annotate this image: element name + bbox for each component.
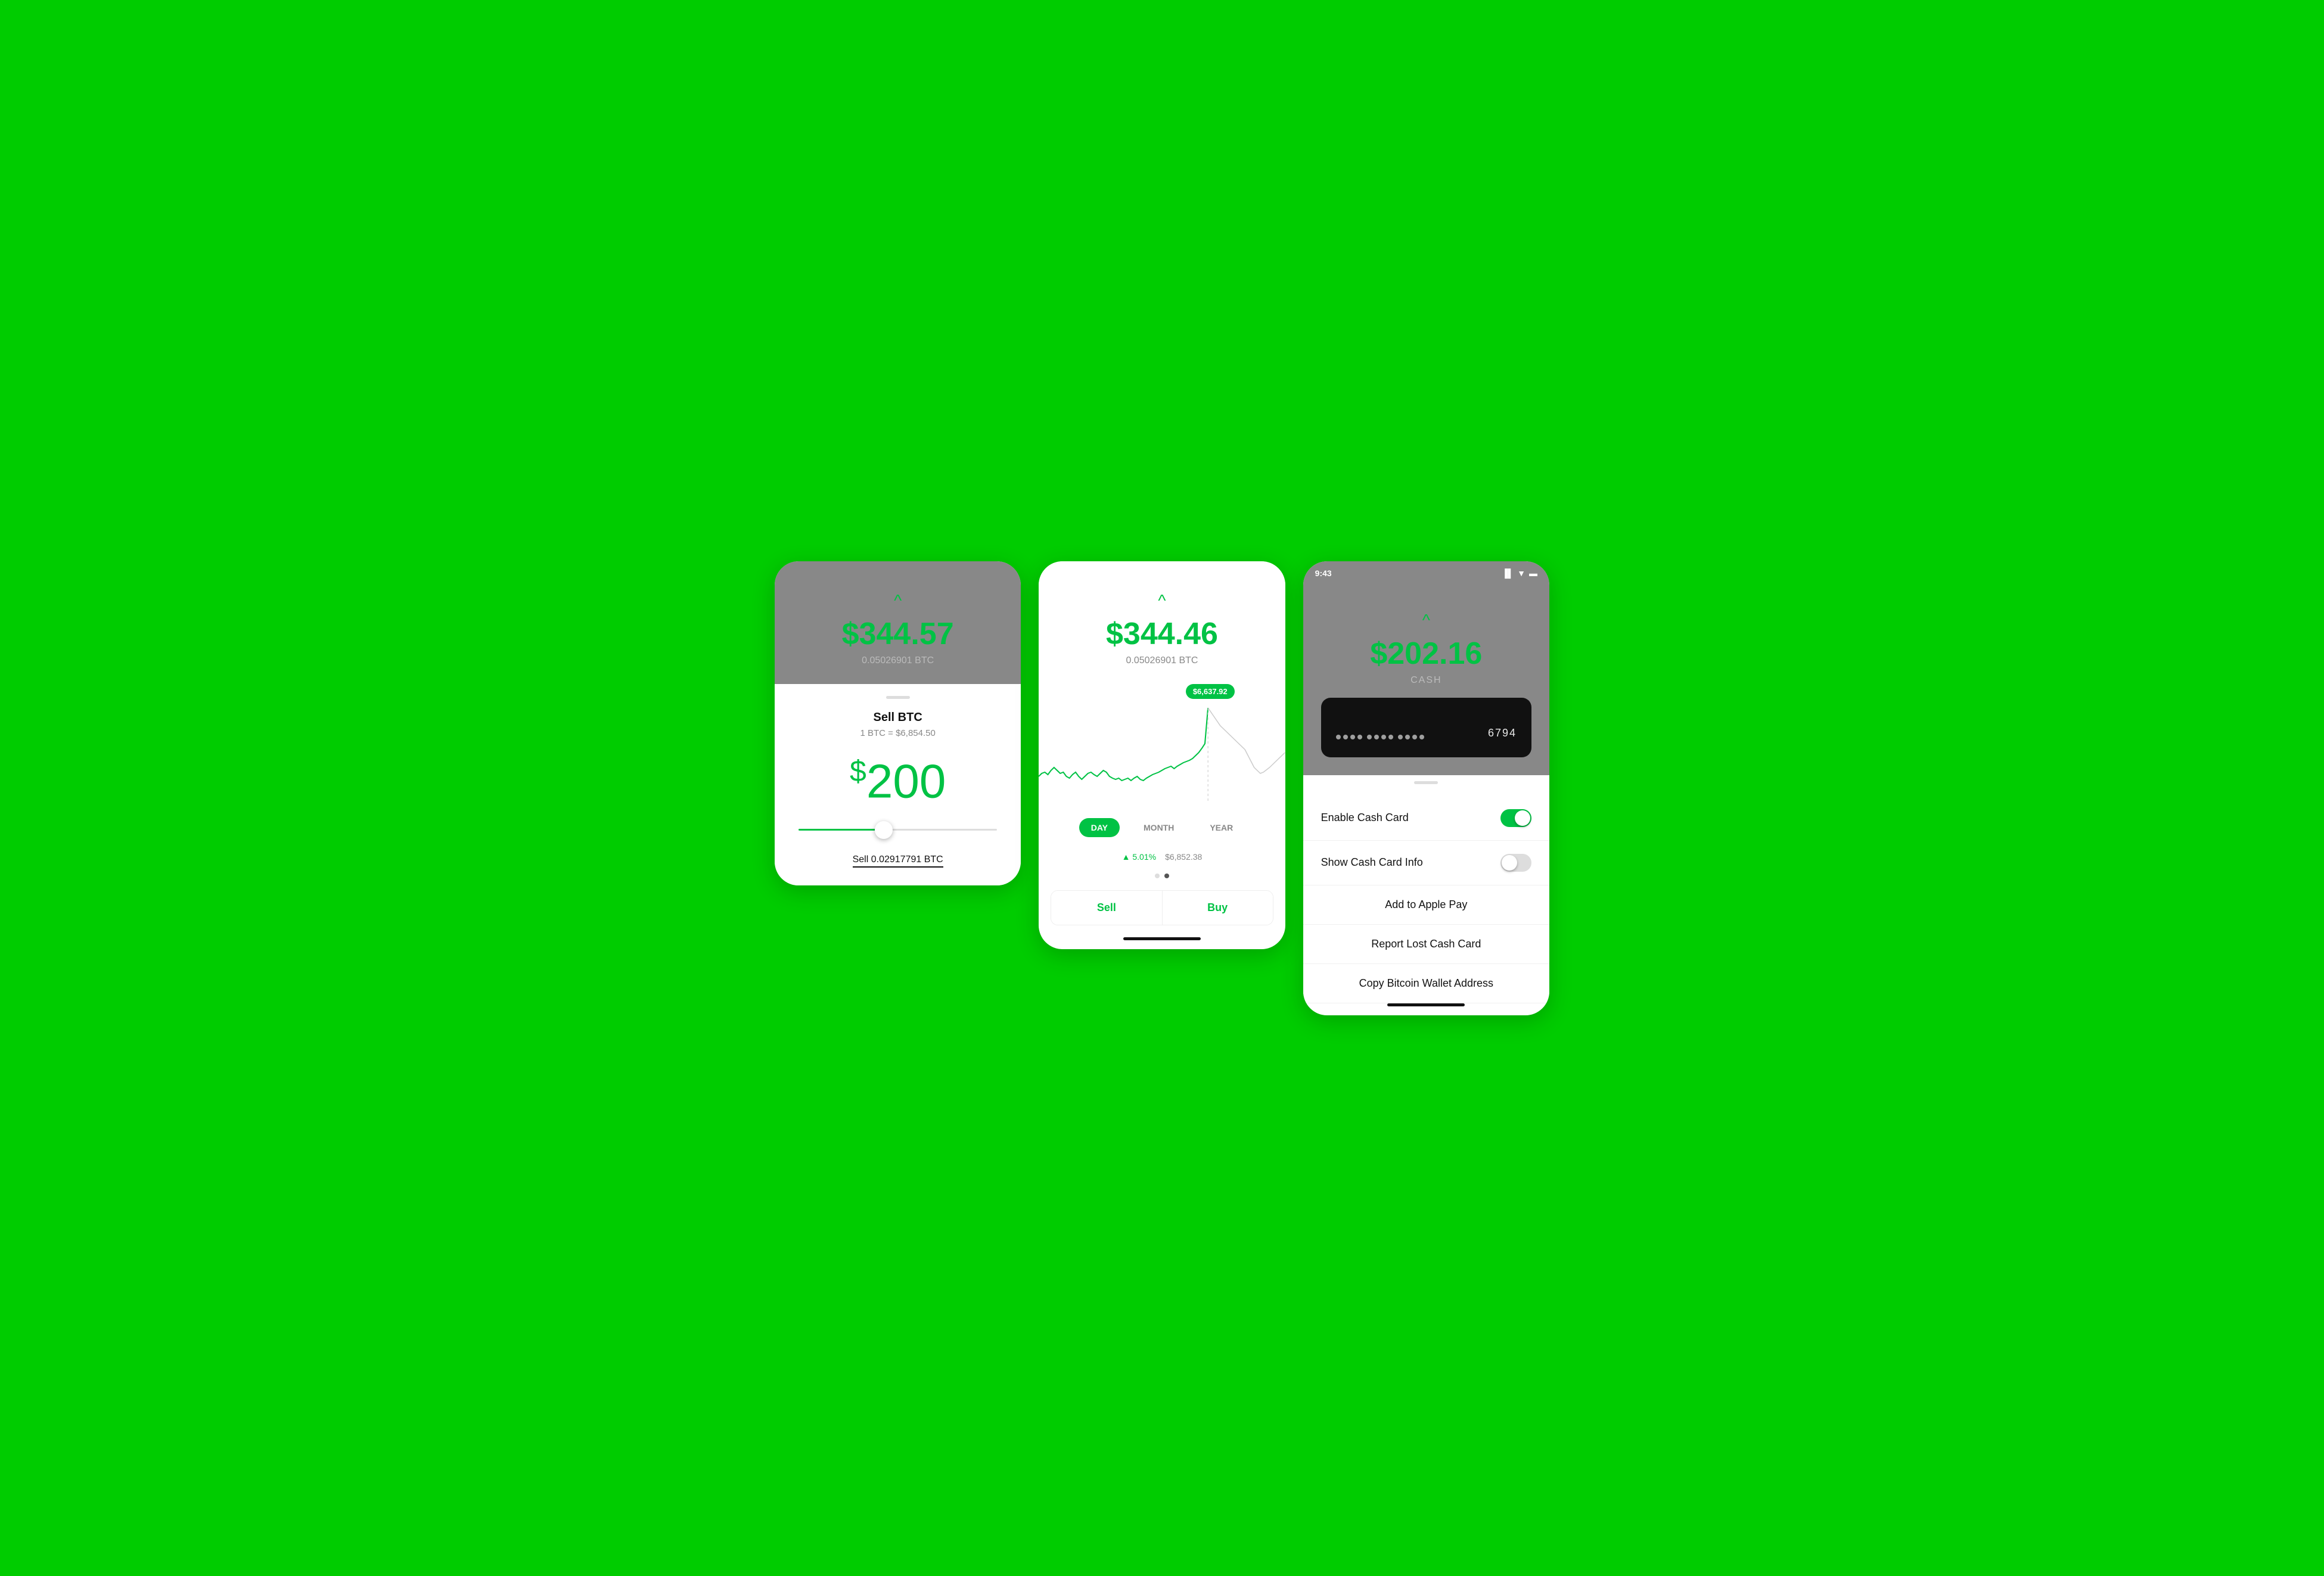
card-dot-group-2 xyxy=(1367,735,1393,739)
card-dot xyxy=(1343,735,1348,739)
page-dots xyxy=(1039,868,1285,884)
card-dot xyxy=(1419,735,1424,739)
card-dot xyxy=(1357,735,1362,739)
card-dot xyxy=(1350,735,1355,739)
chart-area: $6,637.92 xyxy=(1039,678,1285,809)
screen1-top: ^ $344.57 0.05026901 BTC xyxy=(775,561,1021,684)
sell-btc-screen: ^ $344.57 0.05026901 BTC Sell BTC 1 BTC … xyxy=(775,561,1021,886)
sheet-handle-area xyxy=(1303,775,1549,796)
add-apple-pay-row[interactable]: Add to Apple Pay xyxy=(1303,885,1549,925)
sell-btc-underline-text: Sell 0.02917791 BTC xyxy=(853,854,943,868)
card-dot-group-1 xyxy=(1336,735,1362,739)
card-dot xyxy=(1381,735,1386,739)
chevron-up-icon[interactable]: ^ xyxy=(894,591,902,610)
show-cash-card-info-label: Show Cash Card Info xyxy=(1321,856,1423,869)
sell-button[interactable]: Sell xyxy=(1051,891,1162,925)
toggle-knob xyxy=(1515,810,1530,826)
add-apple-pay-label: Add to Apple Pay xyxy=(1385,899,1467,911)
card-dot xyxy=(1367,735,1372,739)
cash-card-screen: 9:43 ▐▌ ▼ ▬ ^ $202.16 CASH xyxy=(1303,561,1549,1015)
report-lost-card-label: Report Lost Cash Card xyxy=(1371,938,1481,950)
sell-slider[interactable] xyxy=(793,829,1003,831)
btc-amount: 0.05026901 BTC xyxy=(1126,655,1198,666)
stat-price: $6,852.38 xyxy=(1165,852,1202,862)
sell-bottom-sheet: Sell BTC 1 BTC = $6,854.50 $200 Sell 0.0… xyxy=(775,684,1021,886)
dot-1 xyxy=(1155,874,1160,878)
price-chart xyxy=(1039,684,1285,803)
sheet-handle xyxy=(1414,781,1438,784)
enable-cash-card-toggle[interactable] xyxy=(1500,809,1531,827)
btc-chart-screen: ^ $344.46 0.05026901 BTC $6,637.92 DAY M… xyxy=(1039,561,1285,949)
screens-container: ^ $344.57 0.05026901 BTC Sell BTC 1 BTC … xyxy=(775,561,1549,1015)
card-dot xyxy=(1336,735,1341,739)
card-dots xyxy=(1336,735,1424,739)
chart-stats: ▲ 5.01% $6,852.38 xyxy=(1039,846,1285,868)
slider-track xyxy=(799,829,997,831)
report-lost-card-row[interactable]: Report Lost Cash Card xyxy=(1303,925,1549,964)
card-dot xyxy=(1398,735,1403,739)
cash-card: 6794 xyxy=(1321,698,1531,757)
dot-2 xyxy=(1164,874,1169,878)
chevron-up-icon[interactable]: ^ xyxy=(1158,591,1166,610)
tab-day[interactable]: DAY xyxy=(1079,818,1120,837)
action-buttons: Sell Buy xyxy=(1051,890,1273,925)
chevron-up-icon[interactable]: ^ xyxy=(1422,611,1430,630)
card-dot-group-3 xyxy=(1398,735,1424,739)
cash-label: CASH xyxy=(1410,675,1441,686)
status-bar: 9:43 ▐▌ ▼ ▬ xyxy=(1303,561,1549,581)
tab-year[interactable]: YEAR xyxy=(1198,818,1245,837)
home-indicator xyxy=(1123,937,1201,940)
show-cash-card-info-row[interactable]: Show Cash Card Info xyxy=(1303,841,1549,885)
dollar-sign: $ xyxy=(850,754,866,788)
stat-percent: ▲ 5.01% xyxy=(1122,852,1156,862)
cash-balance: $202.16 xyxy=(1370,636,1482,672)
screen2-top: ^ $344.46 0.05026901 BTC xyxy=(1039,561,1285,678)
btc-amount: 0.05026901 BTC xyxy=(862,655,934,666)
home-indicator xyxy=(1387,1003,1465,1006)
btc-balance: $344.46 xyxy=(1106,616,1218,652)
settings-sheet: Enable Cash Card Show Cash Card Info Add… xyxy=(1303,796,1549,1003)
sell-rate: 1 BTC = $6,854.50 xyxy=(860,728,935,738)
copy-bitcoin-wallet-row[interactable]: Copy Bitcoin Wallet Address xyxy=(1303,964,1549,1003)
sheet-handle xyxy=(886,696,910,699)
sell-amount-number: 200 xyxy=(866,754,946,807)
slider-thumb[interactable] xyxy=(875,821,893,839)
status-time: 9:43 xyxy=(1315,568,1332,578)
sell-title: Sell BTC xyxy=(874,711,922,725)
show-cash-card-info-toggle[interactable] xyxy=(1500,854,1531,872)
status-icons: ▐▌ ▼ ▬ xyxy=(1502,568,1537,578)
buy-button[interactable]: Buy xyxy=(1163,891,1273,925)
btc-balance: $344.57 xyxy=(842,616,954,652)
card-dot xyxy=(1412,735,1417,739)
card-dot xyxy=(1374,735,1379,739)
signal-icon: ▐▌ xyxy=(1502,568,1514,578)
battery-icon: ▬ xyxy=(1529,568,1537,578)
time-tabs: DAY MONTH YEAR xyxy=(1039,809,1285,846)
copy-bitcoin-wallet-label: Copy Bitcoin Wallet Address xyxy=(1359,977,1493,990)
chart-tooltip: $6,637.92 xyxy=(1186,684,1235,699)
card-dot xyxy=(1388,735,1393,739)
wifi-icon: ▼ xyxy=(1517,568,1525,578)
toggle-knob xyxy=(1502,855,1517,871)
tab-month[interactable]: MONTH xyxy=(1132,818,1186,837)
sell-btc-label: Sell 0.02917791 BTC xyxy=(853,854,943,868)
enable-cash-card-row[interactable]: Enable Cash Card xyxy=(1303,796,1549,841)
enable-cash-card-label: Enable Cash Card xyxy=(1321,812,1409,824)
card-last4: 6794 xyxy=(1488,727,1517,739)
screen3-top: ^ $202.16 CASH xyxy=(1303,581,1549,775)
card-dot xyxy=(1405,735,1410,739)
sell-amount-display: $200 xyxy=(850,756,946,806)
